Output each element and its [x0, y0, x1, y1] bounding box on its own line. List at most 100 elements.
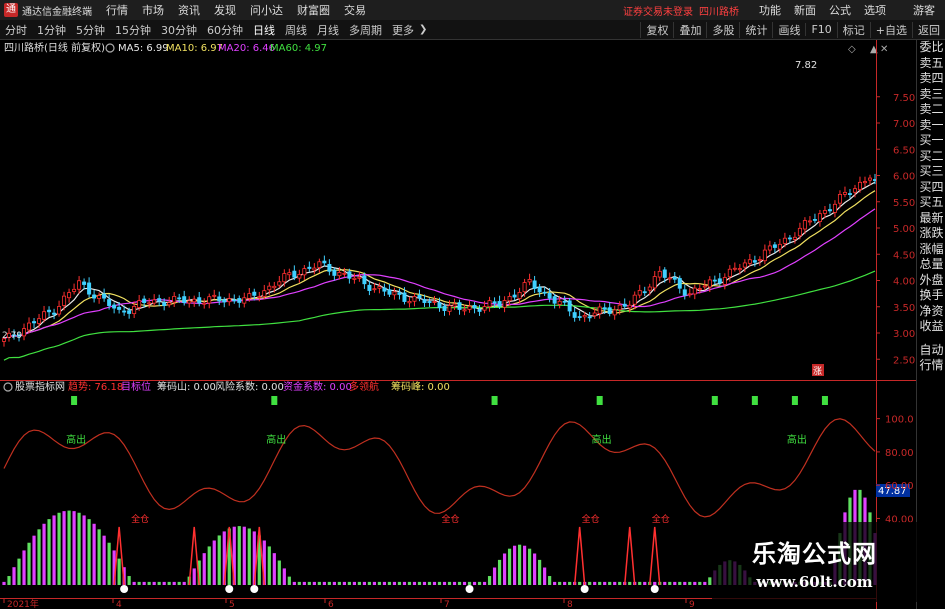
candle-body: [642, 291, 647, 294]
period-monthly[interactable]: 月线: [317, 22, 339, 38]
quote-item-1[interactable]: 卖五: [917, 56, 945, 72]
candle-body: [737, 268, 742, 271]
candle-body: [697, 288, 702, 290]
menu-xuanxiang[interactable]: 选项: [864, 2, 886, 18]
candle-body: [157, 298, 162, 302]
indicator-bar: [412, 581, 417, 585]
indicator-tick: 100.0: [885, 415, 914, 426]
candle-body: [147, 302, 152, 305]
quote-item-6[interactable]: 买一: [917, 133, 945, 149]
indicator-bar: [688, 581, 692, 585]
period-fenshi[interactable]: 分时: [5, 22, 27, 38]
period-more[interactable]: 更多: [392, 22, 414, 38]
quote-item-14[interactable]: 总量: [917, 257, 945, 273]
indicator-bar: [507, 548, 512, 585]
menu-shichang[interactable]: 市场: [142, 2, 164, 18]
back-button[interactable]: 返回: [912, 21, 945, 38]
candle-body: [452, 303, 457, 307]
candle-body: [742, 262, 747, 268]
indicator-bar: [538, 559, 542, 585]
candle-body: [492, 301, 497, 304]
quote-mode-0[interactable]: 自动: [917, 343, 945, 359]
period-5min[interactable]: 5分钟: [76, 22, 105, 38]
candle-body: [22, 328, 27, 337]
chart-diamond-icon[interactable]: ◇: [848, 44, 856, 55]
candle-body: [402, 292, 407, 302]
date-tick: 8: [567, 600, 573, 609]
period-30min[interactable]: 30分钟: [161, 22, 197, 38]
quote-item-9[interactable]: 买四: [917, 180, 945, 196]
quote-item-15[interactable]: 外盘: [917, 273, 945, 289]
add-watchlist-button[interactable]: +自选: [869, 21, 912, 38]
period-multi[interactable]: 多周期: [349, 22, 382, 38]
huaxian-button[interactable]: 画线: [772, 21, 805, 38]
fuquan-button[interactable]: 复权: [640, 21, 673, 38]
indicator-bar: [272, 553, 276, 585]
period-daily[interactable]: 日线: [253, 22, 275, 38]
menu-caifuquan[interactable]: 财富圈: [297, 2, 330, 18]
menu-zixun[interactable]: 资讯: [178, 2, 200, 18]
quote-item-5[interactable]: 卖一: [917, 118, 945, 134]
candle-body: [227, 298, 232, 303]
indicator-bar: [182, 581, 186, 585]
watermark-url: www.60lt.com: [756, 573, 873, 591]
quote-item-4[interactable]: 卖二: [917, 102, 945, 118]
quancang-spike: [573, 526, 586, 586]
quote-item-18[interactable]: 收益: [917, 319, 945, 335]
candle-body: [597, 306, 602, 314]
quote-item-16[interactable]: 换手: [917, 288, 945, 304]
quote-item-11[interactable]: 最新: [917, 211, 945, 227]
candle-body: [272, 285, 277, 289]
duogu-button[interactable]: 多股: [706, 21, 739, 38]
quote-item-17[interactable]: 净资: [917, 304, 945, 320]
menu-faxian[interactable]: 发现: [214, 2, 236, 18]
candle-body: [87, 282, 92, 295]
indicator-bar: [357, 581, 362, 585]
login-notice[interactable]: 证券交易未登录: [623, 3, 693, 18]
indicator-bar: [52, 515, 56, 585]
period-60min[interactable]: 60分钟: [207, 22, 243, 38]
quote-item-3[interactable]: 卖三: [917, 87, 945, 103]
chart-x-icon[interactable]: ✕: [880, 44, 888, 55]
candle-body: [637, 290, 642, 296]
period-15min[interactable]: 15分钟: [115, 22, 151, 38]
settings-gear-icon[interactable]: [105, 43, 115, 53]
candle-body: [387, 289, 392, 295]
quancang-label: 全仓: [582, 513, 600, 525]
quote-item-7[interactable]: 买二: [917, 149, 945, 165]
menu-gongneng[interactable]: 功能: [759, 2, 781, 18]
quote-item-13[interactable]: 涨幅: [917, 242, 945, 258]
period-weekly[interactable]: 周线: [285, 22, 307, 38]
indicator-name[interactable]: 股票指标网: [15, 380, 65, 393]
biaoji-button[interactable]: 标记: [836, 21, 870, 38]
app-name: 通达信金融终端: [22, 6, 92, 18]
candle-body: [342, 272, 347, 275]
indicator-bar: [57, 512, 61, 585]
candlestick-chart[interactable]: 四川路桥(日线 前复权) MA5: 6.99 MA10: 6.97 MA20: …: [0, 40, 916, 380]
quote-item-8[interactable]: 买三: [917, 164, 945, 180]
chevron-right-icon[interactable]: ❯: [419, 24, 427, 35]
indicator-bar: [177, 581, 181, 585]
period-1min[interactable]: 1分钟: [37, 22, 66, 38]
quote-item-0[interactable]: 委比: [917, 40, 945, 56]
menu-xinmian[interactable]: 新面: [794, 2, 816, 18]
diejia-button[interactable]: 叠加: [673, 21, 706, 38]
quote-item-10[interactable]: 买五: [917, 195, 945, 211]
indicator-gear-icon[interactable]: [3, 382, 13, 392]
tongji-button[interactable]: 统计: [739, 21, 772, 38]
candle-body: [862, 181, 867, 184]
legend-choumafeng: 筹码峰: 0.00: [391, 380, 450, 393]
f10-button[interactable]: F10: [805, 23, 836, 36]
menu-wenxiaoda[interactable]: 问小达: [250, 2, 283, 18]
quote-mode-1[interactable]: 行情: [917, 358, 945, 374]
quote-item-2[interactable]: 卖四: [917, 71, 945, 87]
guest-label[interactable]: 游客: [913, 2, 935, 18]
indicator-bar: [703, 581, 707, 585]
quote-item-12[interactable]: 涨跌: [917, 226, 945, 242]
candle-body: [607, 307, 612, 314]
indicator-bar: [142, 581, 146, 585]
menu-hangqing[interactable]: 行情: [106, 2, 128, 18]
buy-marker-icon: [120, 585, 129, 593]
menu-jiaoyi[interactable]: 交易: [344, 2, 366, 18]
menu-gongshi[interactable]: 公式: [829, 2, 851, 18]
